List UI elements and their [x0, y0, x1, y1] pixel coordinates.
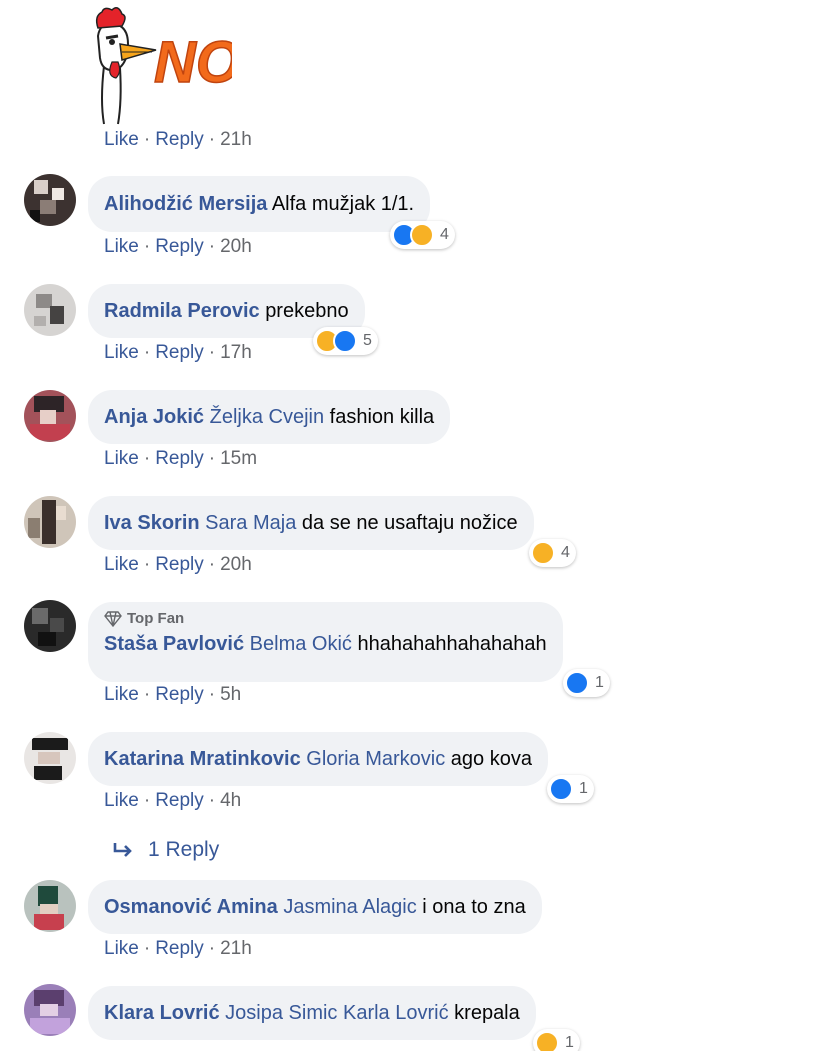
- comment-actions: Like · Reply · 5h: [104, 684, 242, 705]
- view-replies-label[interactable]: 1 Reply: [148, 838, 219, 862]
- reply-link[interactable]: Reply: [155, 938, 204, 959]
- comment-text: krepala: [454, 1002, 520, 1024]
- like-reaction-icon: [549, 777, 573, 801]
- reply-link[interactable]: Reply: [155, 448, 204, 469]
- comment-author[interactable]: Katarina Mratinkovic: [104, 748, 301, 770]
- reply-link[interactable]: Reply: [155, 684, 204, 705]
- comment-time: 21h: [220, 129, 252, 150]
- reaction-count: 1: [595, 674, 604, 691]
- comment-bubble: Osmanović Amina Jasmina Alagic i ona to …: [88, 880, 542, 934]
- like-link[interactable]: Like: [104, 790, 139, 811]
- like-link[interactable]: Like: [104, 342, 139, 363]
- comment-mention[interactable]: Belma Okić: [250, 633, 352, 655]
- chicken-no-sticker: NO: [95, 7, 232, 125]
- comment-text: i ona to zna: [422, 896, 526, 918]
- haha-reaction-icon: [410, 223, 434, 247]
- avatar[interactable]: [24, 496, 76, 548]
- comment-author[interactable]: Alihodžić Mersija: [104, 193, 267, 215]
- like-link[interactable]: Like: [104, 448, 139, 469]
- reaction-summary[interactable]: 4: [390, 221, 455, 249]
- reply-link[interactable]: Reply: [155, 236, 204, 257]
- comment-mention[interactable]: Sara Maja: [205, 512, 296, 534]
- like-reaction-icon: [565, 671, 589, 695]
- comment-author[interactable]: Iva Skorin: [104, 512, 200, 534]
- like-link[interactable]: Like: [104, 938, 139, 959]
- avatar[interactable]: [24, 732, 76, 784]
- avatar[interactable]: [24, 600, 76, 652]
- comment-bubble: Iva Skorin Sara Maja da se ne usaftaju n…: [88, 496, 534, 550]
- reply-link[interactable]: Reply: [155, 129, 204, 150]
- comment-bubble: Top Fan Staša Pavlović Belma Okić hhahah…: [88, 602, 563, 682]
- avatar[interactable]: [24, 984, 76, 1036]
- reaction-count: 1: [579, 780, 588, 797]
- comment-time: 5h: [220, 684, 242, 705]
- reaction-summary[interactable]: 1: [547, 775, 594, 803]
- like-reaction-icon: [333, 329, 357, 353]
- comment-actions: Like · Reply · 20h: [104, 236, 252, 257]
- sticker-no-text: NO: [154, 30, 232, 95]
- reaction-summary[interactable]: 4: [529, 539, 576, 567]
- comment-bubble: Alihodžić Mersija Alfa mužjak 1/1.: [88, 176, 431, 232]
- comment-text: ago kova: [450, 748, 532, 770]
- reaction-count: 4: [440, 226, 449, 243]
- comment-text: da se ne usaftaju nožice: [301, 512, 518, 534]
- comment-actions: Like · Reply · 4h: [104, 790, 242, 811]
- comment-actions: Like · Reply · 17h: [104, 342, 252, 363]
- reaction-summary[interactable]: 1: [533, 1029, 580, 1051]
- haha-reaction-icon: [531, 541, 555, 565]
- comment-text: Alfa mužjak 1/1.: [271, 193, 415, 215]
- comment-time: 20h: [220, 236, 252, 257]
- comment-time: 21h: [220, 938, 252, 959]
- reply-link[interactable]: Reply: [155, 342, 204, 363]
- comment-author[interactable]: Anja Jokić: [104, 406, 204, 428]
- comment-author[interactable]: Radmila Perovic: [104, 300, 260, 322]
- comment-text: prekebno: [265, 300, 349, 322]
- comment-mention[interactable]: Željka Cvejin: [210, 406, 324, 428]
- comment-actions: Like · Reply · 15m: [104, 448, 258, 469]
- like-link[interactable]: Like: [104, 236, 139, 257]
- haha-reaction-icon: [535, 1031, 559, 1051]
- comment-bubble: Klara Lovrić Josipa Simic Karla Lovrić k…: [88, 986, 536, 1040]
- comment-author[interactable]: Klara Lovrić: [104, 1002, 220, 1024]
- comment-bubble: Anja Jokić Željka Cvejin fashion killa: [88, 390, 451, 444]
- view-replies-link[interactable]: 1 Reply: [112, 838, 219, 862]
- comment-author[interactable]: Osmanović Amina: [104, 896, 278, 918]
- comment-time: 4h: [220, 790, 242, 811]
- comment-time: 20h: [220, 554, 252, 575]
- comment-actions: Like · Reply · 20h: [104, 554, 252, 575]
- reply-link[interactable]: Reply: [155, 554, 204, 575]
- top-fan-label: Top Fan: [127, 610, 185, 627]
- like-link[interactable]: Like: [104, 554, 139, 575]
- reply-link[interactable]: Reply: [155, 790, 204, 811]
- comment-bubble: Katarina Mratinkovic Gloria Markovic ago…: [88, 732, 548, 786]
- comment-mention[interactable]: Jasmina Alagic: [283, 896, 416, 918]
- reaction-summary[interactable]: 5: [313, 327, 378, 355]
- comment-text: fashion killa: [329, 406, 435, 428]
- comment-time: 17h: [220, 342, 252, 363]
- avatar[interactable]: [24, 390, 76, 442]
- comment-actions: Like · Reply · 21h: [104, 938, 252, 959]
- avatar[interactable]: [24, 174, 76, 226]
- reaction-summary[interactable]: 1: [563, 669, 610, 697]
- comment-author[interactable]: Staša Pavlović: [104, 633, 244, 655]
- reaction-count: 4: [561, 544, 570, 561]
- comment-text: hhahahahhahahahah: [357, 633, 547, 655]
- avatar[interactable]: [24, 284, 76, 336]
- reaction-count: 5: [363, 332, 372, 349]
- comment-actions: Like · Reply · 21h: [104, 129, 252, 150]
- avatar[interactable]: [24, 880, 76, 932]
- reaction-count: 1: [565, 1034, 574, 1051]
- top-fan-badge: Top Fan: [104, 610, 547, 627]
- like-link[interactable]: Like: [104, 684, 139, 705]
- diamond-icon: [104, 610, 122, 627]
- comment-time: 15m: [220, 448, 258, 469]
- like-link[interactable]: Like: [104, 129, 139, 150]
- comment-mention[interactable]: Gloria Markovic: [306, 748, 445, 770]
- comment-mention[interactable]: Josipa Simic Karla Lovrić: [225, 1002, 448, 1024]
- reply-arrow-icon: [113, 843, 132, 857]
